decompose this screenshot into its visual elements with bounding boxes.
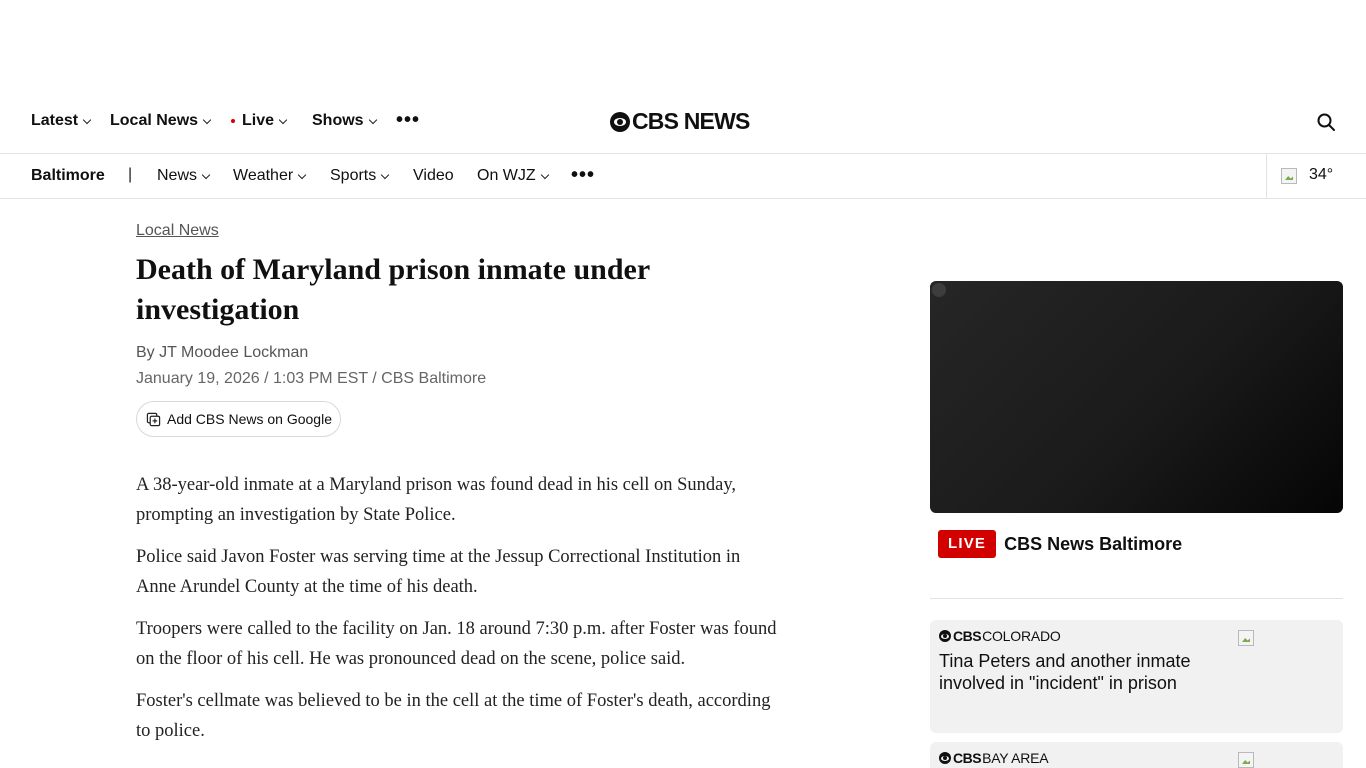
- chevron-down-icon: [368, 115, 377, 124]
- add-cbs-on-google-button[interactable]: Add CBS News on Google: [136, 401, 341, 437]
- logo-text: CBS NEWS: [632, 108, 750, 134]
- chevron-down-icon: [202, 115, 212, 124]
- byline: By JT Moodee Lockman: [136, 344, 309, 361]
- nav-local-news[interactable]: Local News: [110, 112, 212, 130]
- local-nav-weather[interactable]: Weather: [233, 167, 307, 185]
- city-label: Baltimore: [31, 167, 105, 184]
- google-add-icon: [146, 412, 161, 426]
- brand-region: BAY AREA: [982, 750, 1049, 766]
- temperature: 34°: [1309, 166, 1334, 183]
- search-icon[interactable]: [1317, 113, 1335, 131]
- nav-latest-label: Latest: [31, 112, 79, 129]
- nav-live-label: Live: [242, 112, 275, 129]
- top-navigation: Latest Local News Live Shows ••• CBS NEW…: [0, 98, 1366, 154]
- cbs-news-logo[interactable]: CBS NEWS: [610, 108, 750, 135]
- google-button-label: Add CBS News on Google: [167, 411, 332, 427]
- nav-more-button[interactable]: •••: [396, 110, 420, 130]
- chevron-down-icon: [82, 115, 92, 124]
- weather-widget[interactable]: 34°: [1266, 154, 1366, 198]
- local-nav-city[interactable]: Baltimore: [31, 167, 105, 185]
- local-nav-on-wjz-label: On WJZ: [477, 167, 536, 184]
- local-nav-sports-label: Sports: [330, 167, 377, 184]
- local-nav-video-label: Video: [413, 167, 454, 184]
- live-video-player[interactable]: [930, 281, 1343, 513]
- local-nav-more-button[interactable]: •••: [571, 165, 595, 185]
- local-nav-news-label: News: [157, 167, 198, 184]
- dateline: January 19, 2026 / 1:03 PM EST / CBS Bal…: [136, 370, 487, 387]
- weather-icon: [1281, 168, 1297, 184]
- station-brand: CBS BAY AREA: [939, 750, 1049, 766]
- live-stream-label[interactable]: LIVE CBS News Baltimore: [938, 530, 1182, 558]
- nav-separator: |: [128, 166, 133, 183]
- brand-cbs: CBS: [953, 750, 982, 766]
- station-brand: CBS COLORADO: [939, 628, 1061, 644]
- story-thumbnail-image: [1238, 630, 1254, 646]
- chevron-down-icon: [297, 170, 307, 179]
- local-nav-news[interactable]: News: [157, 167, 211, 185]
- nav-local-news-label: Local News: [110, 112, 199, 129]
- local-nav-sports[interactable]: Sports: [330, 167, 390, 185]
- sidebar-divider: [930, 598, 1343, 599]
- more-icon: •••: [571, 164, 596, 186]
- article-headline: Death of Maryland prison inmate under in…: [136, 253, 650, 326]
- chevron-down-icon: [201, 170, 211, 179]
- story-thumbnail-image: [1238, 752, 1254, 768]
- more-icon: •••: [396, 109, 421, 131]
- cbs-eye-logo-icon: [939, 630, 951, 642]
- article: Local News Death of Maryland prison inma…: [136, 215, 781, 758]
- nav-live[interactable]: Live: [231, 112, 288, 130]
- chevron-down-icon: [278, 115, 288, 124]
- local-nav-on-wjz[interactable]: On WJZ: [477, 167, 549, 185]
- brand-cbs: CBS: [953, 628, 982, 644]
- local-nav-weather-label: Weather: [233, 167, 294, 184]
- article-paragraph: Troopers were called to the facility on …: [136, 619, 777, 669]
- local-nav-video[interactable]: Video: [413, 167, 454, 185]
- chevron-down-icon: [540, 170, 549, 179]
- related-story-card[interactable]: CBS COLORADO Tina Peters and another inm…: [930, 620, 1343, 733]
- article-body: A 38-year-old inmate at a Maryland priso…: [136, 470, 781, 746]
- related-story-title: Tina Peters and another inmate involved …: [939, 651, 1191, 693]
- section-kicker-link[interactable]: Local News: [136, 222, 219, 240]
- brand-region: COLORADO: [982, 628, 1061, 644]
- article-paragraph: Foster's cellmate was believed to be in …: [136, 691, 771, 741]
- player-loading-icon: [932, 283, 946, 297]
- nav-latest[interactable]: Latest: [31, 112, 92, 130]
- live-dot-icon: [231, 119, 235, 123]
- local-navigation: Baltimore | News Weather Sports Video On…: [0, 154, 1366, 199]
- nav-shows[interactable]: Shows: [312, 112, 377, 130]
- related-story-card[interactable]: CBS BAY AREA: [930, 742, 1343, 768]
- cbs-eye-logo-icon: [939, 752, 951, 764]
- article-paragraph: A 38-year-old inmate at a Maryland priso…: [136, 475, 737, 525]
- live-stream-title: CBS News Baltimore: [1004, 533, 1183, 554]
- nav-shows-label: Shows: [312, 112, 364, 129]
- live-badge: LIVE: [938, 530, 997, 558]
- cbs-eye-logo-icon: [610, 111, 630, 132]
- article-paragraph: Police said Javon Foster was serving tim…: [136, 547, 741, 597]
- chevron-down-icon: [381, 170, 390, 179]
